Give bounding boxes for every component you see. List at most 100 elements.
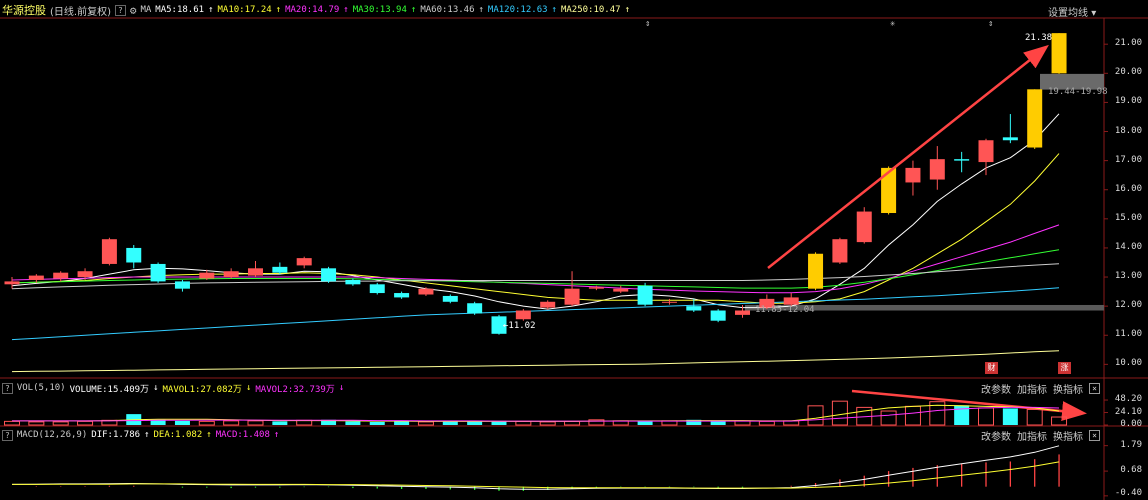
volume-bar (198, 420, 215, 426)
candle-body (905, 167, 921, 183)
candle-body (467, 303, 483, 314)
dea-value: DEA:1.082 (153, 430, 203, 440)
macd-close-icon[interactable]: × (1089, 430, 1100, 441)
macd-switch-indicator-button[interactable]: 换指标 (1053, 428, 1083, 443)
macd-axis-label: 1.79 (1120, 439, 1142, 450)
volume-bar (467, 421, 483, 425)
candle-body (101, 239, 117, 264)
macd-axis-label: -0.40 (1114, 488, 1142, 498)
trend-arrow-up (767, 44, 1049, 269)
candle-body (53, 272, 69, 279)
price-axis-label: 10.00 (1114, 358, 1142, 369)
price-axis-label: 17.00 (1114, 154, 1142, 165)
volume-bar (978, 407, 994, 426)
volume-bar (807, 405, 824, 426)
candle-body (174, 281, 190, 289)
volume-bar (369, 421, 385, 425)
volume-axis-label: 24.10 (1114, 406, 1142, 417)
candle-body (223, 271, 239, 278)
mavol2-value: MAVOL2:32.739万 (255, 384, 335, 395)
arrow-up-icon: ↑ (206, 430, 212, 440)
candle-body (540, 301, 556, 308)
candle-body (442, 295, 458, 302)
volume-bar (223, 420, 240, 426)
macd-header: ? MACD(12,26,9) DIF:1.786 ↑ DEA:1.082 ↑ … (0, 427, 279, 443)
vol-add-indicator-button[interactable]: 加指标 (1017, 381, 1047, 396)
volume-bar (710, 421, 726, 425)
price-axis-label: 14.00 (1114, 241, 1142, 252)
candle-body (661, 301, 677, 303)
volume-bar (1002, 408, 1018, 425)
range-label-right: 19.44-19.98 (1048, 87, 1108, 97)
candle-body (345, 279, 361, 285)
vol-edit-params-button[interactable]: 改参数 (981, 381, 1011, 396)
volume-bar (52, 421, 69, 426)
vol-switch-indicator-button[interactable]: 换指标 (1053, 381, 1083, 396)
candle-body (150, 263, 166, 282)
finance-badge[interactable]: 财 (985, 362, 998, 374)
candle-body (272, 266, 288, 273)
volume-bar (880, 410, 897, 426)
candle-body (735, 310, 750, 315)
macd-value: MACD:1.408 (215, 430, 270, 440)
candle-body (369, 284, 385, 294)
volume-bar (174, 420, 190, 425)
event-marker-icon[interactable]: ⇕ (645, 19, 650, 29)
price-axis-label: 19.00 (1114, 96, 1142, 107)
candle-body (637, 285, 653, 305)
vol-close-icon[interactable]: × (1089, 383, 1100, 394)
volume-bar (904, 405, 921, 426)
candle-body (1027, 89, 1043, 148)
candle-body (978, 140, 994, 163)
candle-body (321, 268, 337, 282)
volume-bar (77, 420, 94, 426)
candle-body (929, 159, 945, 180)
candle-body (881, 167, 897, 214)
arrow-up-icon: ↑ (273, 430, 280, 440)
candle-body (296, 258, 312, 266)
candle-body (126, 247, 142, 263)
candle-body (588, 287, 604, 289)
candle-body (77, 271, 93, 278)
volume-header: ? VOL(5,10) VOLUME:15.409万 ↓ MAVOL1:27.0… (0, 380, 344, 396)
volume-bar (4, 420, 20, 426)
price-axis-label: 18.00 (1114, 125, 1142, 136)
volume-bar (564, 420, 581, 426)
dif-line (11, 445, 1060, 490)
price-axis-label: 21.00 (1114, 38, 1142, 49)
volume-bar (417, 421, 434, 426)
limit-up-badge[interactable]: 涨 (1058, 362, 1071, 374)
price-axis-label: 15.00 (1114, 212, 1142, 223)
volume-bar (1026, 408, 1043, 426)
volume-bar (272, 421, 288, 425)
stock-chart[interactable] (0, 0, 1148, 500)
volume-bar (442, 421, 458, 425)
event-marker-icon[interactable]: ✳ (890, 19, 895, 29)
arrow-down-icon: ↓ (245, 383, 252, 393)
volume-bar (831, 400, 848, 426)
volume-bar (345, 421, 361, 425)
macd-add-indicator-button[interactable]: 加指标 (1017, 428, 1047, 443)
high-price-label: 21.38 (1025, 33, 1053, 43)
ma-line-ma250 (11, 350, 1060, 373)
mavol1-value: MAVOL1:27.082万 (162, 384, 242, 395)
volume-bar (247, 420, 264, 426)
candle-body (686, 306, 702, 311)
volume-value: VOLUME:15.409万 (69, 384, 150, 395)
candle-body (515, 310, 531, 320)
ma-line-ma20 (11, 224, 1060, 294)
dea-line (12, 461, 1060, 489)
volume-axis-label: 0.00 (1120, 419, 1142, 429)
event-marker-icon[interactable]: ⇕ (988, 19, 993, 29)
price-axis-label: 12.00 (1114, 300, 1142, 311)
arrow-down-icon: ↓ (153, 383, 159, 393)
volume-help-button[interactable]: ? (2, 382, 13, 394)
candle-body (248, 268, 263, 276)
price-axis-label: 11.00 (1114, 329, 1142, 340)
macd-title: MACD(12,26,9) (16, 430, 88, 440)
macd-help-button[interactable]: ? (2, 429, 13, 441)
ma-line-ma5 (11, 113, 1060, 310)
range-label-mid: 11.85-12.04 (755, 305, 815, 315)
candle-body (954, 159, 970, 161)
macd-edit-params-button[interactable]: 改参数 (981, 428, 1011, 443)
